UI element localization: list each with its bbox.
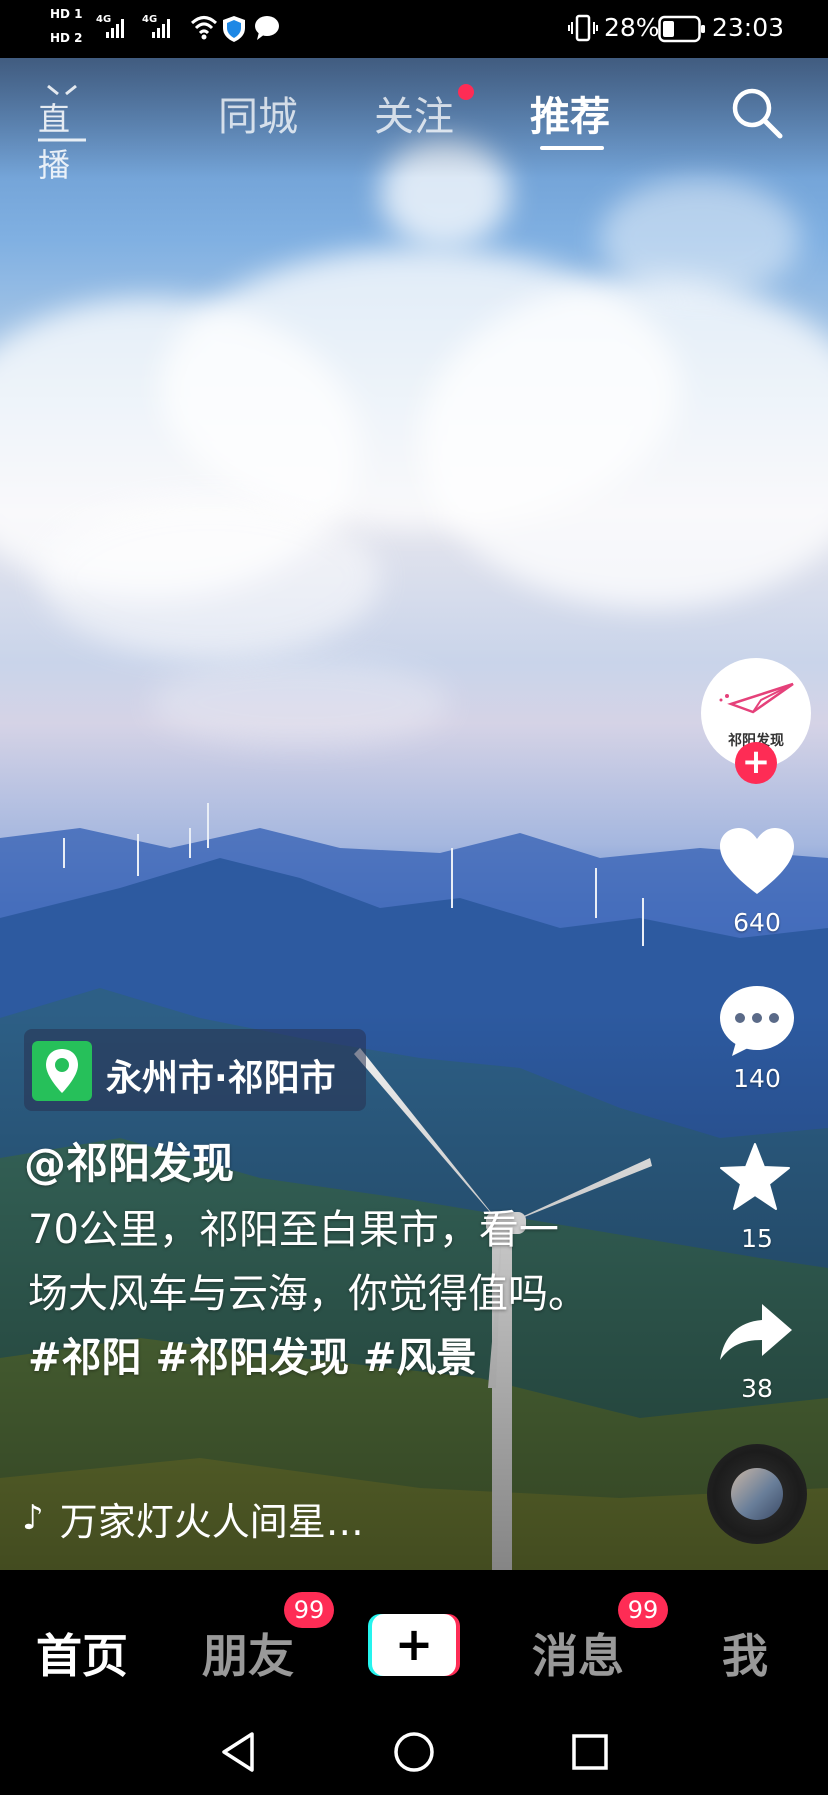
author-handle[interactable]: @祁阳发现 xyxy=(24,1130,234,1191)
music-note-icon: ♪ xyxy=(22,1498,44,1538)
video-description: 70公里，祁阳至白果市，看一场大风车与云海，你觉得值吗。 #祁阳 #祁阳发现 #风… xyxy=(28,1198,588,1390)
hashtags[interactable]: #祁阳 #祁阳发现 #风景 xyxy=(28,1335,476,1381)
search-icon[interactable] xyxy=(730,86,784,140)
comment-icon[interactable] xyxy=(718,984,796,1058)
shield-icon xyxy=(223,16,245,42)
bottom-tab-bar: 首页 朋友 99 + 消息 99 我 xyxy=(0,1570,828,1710)
location-label: 永州市·祁阳市 xyxy=(106,1058,336,1099)
wifi-icon xyxy=(190,16,218,40)
location-pin-icon xyxy=(32,1041,92,1101)
music-cover-icon xyxy=(731,1468,783,1520)
tab-nearby[interactable]: 同城 xyxy=(218,84,298,142)
hd-indicator-2: HD 2 xyxy=(50,31,83,45)
battery-percentage: 28% xyxy=(604,13,660,42)
system-navigation-bar xyxy=(0,1710,828,1795)
live-label: 直播 xyxy=(38,100,71,184)
star-icon[interactable] xyxy=(718,1142,792,1212)
signal-icon xyxy=(152,16,170,38)
tab-recommended[interactable]: 推荐 xyxy=(530,84,610,142)
heart-icon[interactable] xyxy=(718,826,796,896)
hd-indicator-1: HD 1 xyxy=(50,7,83,21)
home-icon[interactable] xyxy=(392,1730,436,1774)
tab-me[interactable]: 我 xyxy=(722,1620,768,1686)
chat-bubble-icon xyxy=(255,16,279,40)
battery-icon xyxy=(658,15,705,43)
plus-icon: + xyxy=(394,1617,434,1671)
tab-friends[interactable]: 朋友 xyxy=(202,1620,294,1686)
status-bar: HD 1 HD 2 4G 4G 28% 23:03 xyxy=(0,0,828,58)
comment-count: 140 xyxy=(733,1064,781,1093)
active-tab-indicator xyxy=(540,146,604,150)
messages-badge: 99 xyxy=(618,1592,668,1628)
tab-messages[interactable]: 消息 xyxy=(532,1620,624,1686)
clock: 23:03 xyxy=(712,13,785,42)
back-icon[interactable] xyxy=(218,1730,258,1774)
music-title: 万家灯火人间星… xyxy=(59,1499,364,1544)
description-text: 70公里，祁阳至白果市，看一场大风车与云海，你觉得值吗。 xyxy=(28,1207,588,1317)
follow-button[interactable]: + xyxy=(735,742,777,784)
music-info[interactable]: ♪ 万家灯火人间星… xyxy=(22,1490,364,1546)
friends-badge: 99 xyxy=(284,1592,334,1628)
share-count: 38 xyxy=(741,1374,773,1403)
tab-following[interactable]: 关注 xyxy=(374,84,454,142)
share-icon[interactable] xyxy=(718,1302,794,1362)
vibrate-icon xyxy=(568,14,598,42)
music-disc[interactable] xyxy=(707,1444,807,1544)
tab-home[interactable]: 首页 xyxy=(36,1620,128,1686)
recents-icon[interactable] xyxy=(570,1730,610,1774)
live-button[interactable]: 直播 xyxy=(34,80,90,184)
notification-dot xyxy=(458,84,474,100)
favorite-count: 15 xyxy=(741,1224,773,1253)
location-tag[interactable]: 永州市·祁阳市 xyxy=(24,1029,366,1111)
like-count: 640 xyxy=(733,908,781,937)
top-navigation: 直播 同城 关注 推荐 xyxy=(0,58,828,184)
create-button[interactable]: + xyxy=(368,1614,460,1676)
signal-icon xyxy=(106,16,124,38)
